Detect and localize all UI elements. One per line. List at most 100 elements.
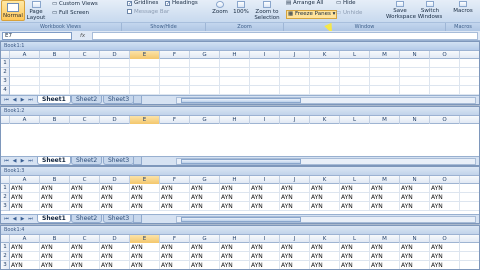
sheet-tab[interactable]: Sheet3 bbox=[103, 157, 135, 165]
cell[interactable]: AYN bbox=[100, 252, 130, 261]
cell[interactable]: AYN bbox=[130, 252, 160, 261]
cell[interactable]: AYN bbox=[40, 252, 70, 261]
cell[interactable] bbox=[310, 77, 340, 86]
row-header[interactable]: 2 bbox=[1, 68, 10, 77]
cell[interactable] bbox=[310, 86, 340, 95]
sheet-tab[interactable]: Sheet2 bbox=[71, 157, 103, 165]
cell[interactable]: AYN bbox=[250, 193, 280, 202]
cell[interactable] bbox=[160, 86, 190, 95]
column-header[interactable]: H bbox=[220, 235, 250, 243]
cell[interactable]: AYN bbox=[370, 252, 400, 261]
column-header[interactable]: O bbox=[430, 235, 460, 243]
row-header[interactable]: 1 bbox=[1, 243, 10, 252]
column-header[interactable]: I bbox=[250, 235, 280, 243]
prev-sheet-icon[interactable]: ◀ bbox=[11, 97, 18, 104]
normal-view-button[interactable]: Normal bbox=[1, 0, 25, 21]
column-header[interactable]: L bbox=[340, 116, 370, 124]
column-header[interactable]: H bbox=[220, 51, 250, 59]
cell[interactable] bbox=[160, 77, 190, 86]
column-header[interactable]: A bbox=[10, 51, 40, 59]
cell[interactable]: AYN bbox=[280, 261, 310, 269]
cell[interactable] bbox=[220, 77, 250, 86]
cell[interactable] bbox=[10, 59, 40, 68]
zoom-button[interactable]: Zoom bbox=[211, 1, 229, 15]
cell[interactable]: AYN bbox=[130, 243, 160, 252]
column-header[interactable]: L bbox=[340, 176, 370, 184]
cell[interactable]: AYN bbox=[10, 261, 40, 269]
column-header[interactable]: M bbox=[370, 235, 400, 243]
cell[interactable]: AYN bbox=[70, 252, 100, 261]
unhide-button[interactable]: ▭ Unhide bbox=[336, 10, 362, 17]
column-header[interactable]: E bbox=[130, 51, 160, 59]
sheet-tab[interactable]: Sheet2 bbox=[71, 96, 103, 104]
column-header[interactable]: K bbox=[310, 116, 340, 124]
cell[interactable] bbox=[400, 77, 430, 86]
select-all-corner[interactable] bbox=[1, 235, 10, 243]
column-header[interactable]: E bbox=[130, 176, 160, 184]
cell[interactable] bbox=[400, 59, 430, 68]
cell[interactable] bbox=[250, 86, 280, 95]
cell[interactable]: AYN bbox=[190, 261, 220, 269]
cell[interactable]: AYN bbox=[70, 202, 100, 211]
sheet-tab[interactable]: Sheet3 bbox=[103, 215, 135, 223]
cell[interactable]: AYN bbox=[40, 193, 70, 202]
cell[interactable]: AYN bbox=[370, 243, 400, 252]
cell[interactable]: AYN bbox=[430, 193, 460, 202]
cell[interactable]: AYN bbox=[100, 243, 130, 252]
cell[interactable]: AYN bbox=[40, 184, 70, 193]
cell[interactable]: AYN bbox=[70, 193, 100, 202]
cell[interactable]: AYN bbox=[160, 243, 190, 252]
column-header[interactable]: J bbox=[280, 116, 310, 124]
cell[interactable]: AYN bbox=[400, 193, 430, 202]
row-header[interactable]: 3 bbox=[1, 261, 10, 269]
row-header[interactable]: 2 bbox=[1, 252, 10, 261]
cell[interactable]: AYN bbox=[220, 261, 250, 269]
column-header[interactable]: K bbox=[310, 176, 340, 184]
cell[interactable] bbox=[250, 77, 280, 86]
column-header[interactable]: C bbox=[70, 176, 100, 184]
cell[interactable] bbox=[190, 68, 220, 77]
column-header[interactable]: G bbox=[190, 116, 220, 124]
column-header[interactable]: F bbox=[160, 51, 190, 59]
cell[interactable]: AYN bbox=[70, 243, 100, 252]
cell[interactable] bbox=[430, 77, 460, 86]
cell[interactable]: AYN bbox=[340, 261, 370, 269]
cell[interactable]: AYN bbox=[100, 193, 130, 202]
prev-sheet-icon[interactable]: ◀ bbox=[11, 158, 18, 165]
cell[interactable]: AYN bbox=[130, 184, 160, 193]
column-header[interactable]: A bbox=[10, 235, 40, 243]
cell[interactable]: AYN bbox=[430, 202, 460, 211]
cell[interactable] bbox=[40, 86, 70, 95]
cell[interactable]: AYN bbox=[250, 252, 280, 261]
cell[interactable] bbox=[100, 68, 130, 77]
cell[interactable] bbox=[220, 86, 250, 95]
cell[interactable] bbox=[100, 59, 130, 68]
next-sheet-icon[interactable]: ▶ bbox=[19, 158, 26, 165]
cell[interactable] bbox=[400, 68, 430, 77]
prev-sheet-icon[interactable]: ◀ bbox=[11, 216, 18, 223]
cell[interactable] bbox=[280, 86, 310, 95]
cell[interactable] bbox=[190, 77, 220, 86]
column-header[interactable]: B bbox=[40, 235, 70, 243]
cell[interactable]: AYN bbox=[310, 243, 340, 252]
cell[interactable]: AYN bbox=[250, 243, 280, 252]
cell[interactable]: AYN bbox=[430, 252, 460, 261]
cell[interactable] bbox=[370, 68, 400, 77]
column-header[interactable]: A bbox=[10, 176, 40, 184]
cell[interactable] bbox=[10, 86, 40, 95]
column-header[interactable]: G bbox=[190, 235, 220, 243]
zoom-to-selection-button[interactable]: Zoom to Selection bbox=[253, 1, 281, 21]
message-bar-checkbox[interactable]: Message Bar bbox=[127, 9, 169, 16]
column-header[interactable]: O bbox=[430, 51, 460, 59]
cell[interactable]: AYN bbox=[190, 184, 220, 193]
select-all-corner[interactable] bbox=[1, 176, 10, 184]
cell[interactable]: AYN bbox=[40, 243, 70, 252]
cell[interactable]: AYN bbox=[340, 184, 370, 193]
column-header[interactable]: C bbox=[70, 235, 100, 243]
sheet-tab[interactable]: Sheet2 bbox=[71, 215, 103, 223]
sheet-tab[interactable]: Sheet3 bbox=[103, 96, 135, 104]
column-header[interactable]: O bbox=[430, 116, 460, 124]
window-title[interactable]: Book1:3 bbox=[1, 167, 479, 176]
cell[interactable] bbox=[280, 77, 310, 86]
cell[interactable] bbox=[430, 86, 460, 95]
